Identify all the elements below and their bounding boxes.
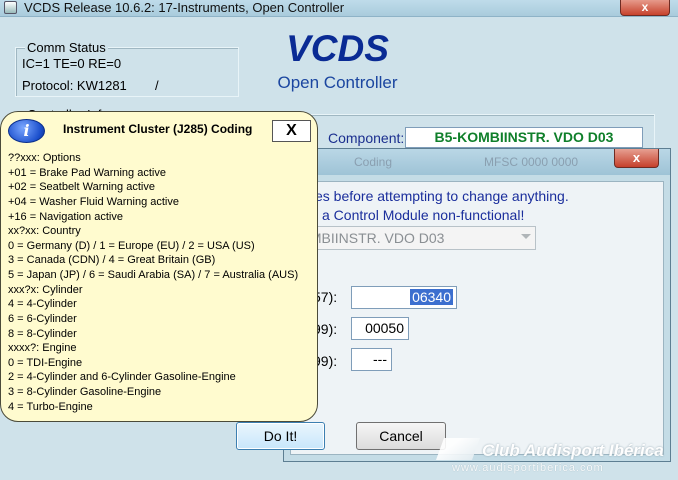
comm-activity-indicator: / — [155, 78, 159, 93]
do-it-button[interactable]: Do It! — [236, 422, 325, 450]
watermark-text: Club Audisport Ibérica — [482, 441, 664, 460]
workshop-code-input[interactable]: 00050 — [351, 317, 409, 340]
coding-help-title: Instrument Cluster (J285) Coding — [63, 122, 253, 136]
importer-code-input[interactable]: --- — [351, 348, 392, 371]
coding-warning-line2: a Control Module non-functional! — [322, 207, 525, 223]
cancel-button[interactable]: Cancel — [356, 422, 446, 450]
help-line: 0 = Germany (D) / 1 = Europe (EU) / 2 = … — [8, 240, 255, 252]
help-line: 0 = TDI-Engine — [8, 357, 83, 369]
help-line: 2 = 4-Cylinder and 6-Cylinder Gasoline-E… — [8, 371, 236, 383]
comm-status-title: Comm Status — [25, 40, 108, 55]
window-title: VCDS Release 10.6.2: 17-Instruments, Ope… — [24, 0, 345, 15]
coding-input-value: 06340 — [410, 289, 453, 305]
help-line: 6 = 6-Cylinder — [8, 313, 77, 325]
coding-dialog-titlebar: Coding MFSC 0000 0000 x — [284, 149, 670, 175]
component-value: B5-KOMBIINSTR. VDO D03 — [405, 127, 643, 148]
close-icon[interactable]: X — [272, 120, 311, 142]
help-line: +01 = Brake Pad Warning active — [8, 167, 166, 179]
window-titlebar: VCDS Release 10.6.2: 17-Instruments, Ope… — [0, 0, 678, 17]
comm-status-protocol: Protocol: KW1281 — [22, 78, 127, 93]
help-line: xxxx?: Engine — [8, 342, 77, 354]
help-line: +02 = Seatbelt Warning active — [8, 181, 155, 193]
vcds-logo: VCDS — [286, 28, 389, 69]
help-line: 4 = Turbo-Engine — [8, 401, 93, 413]
module-select[interactable]: OMBIINSTR. VDO D03 — [294, 226, 536, 250]
help-line: +16 = Navigation active — [8, 211, 123, 223]
coding-dialog-title: Coding — [354, 155, 393, 169]
coding-warning-line1: es before attempting to change anything. — [315, 188, 569, 204]
coding-dialog-close-button[interactable]: x — [614, 149, 659, 168]
help-line: xx?xx: Country — [8, 225, 81, 237]
watermark-url: www.audisportiberica.com — [452, 462, 604, 474]
app-icon — [4, 1, 17, 14]
chevron-down-icon — [521, 234, 531, 239]
open-controller-label: Open Controller — [277, 73, 398, 92]
help-line: 5 = Japan (JP) / 6 = Saudi Arabia (SA) /… — [8, 269, 299, 281]
component-label: Component: — [328, 130, 405, 146]
help-line: +04 = Washer Fluid Warning active — [8, 196, 179, 208]
help-line: 3 = Canada (CDN) / 4 = Great Britain (GB… — [8, 254, 216, 266]
help-line: 8 = 8-Cylinder — [8, 328, 77, 340]
help-line: ??xxx: Options — [8, 152, 81, 164]
help-line: 4 = 4-Cylinder — [8, 298, 77, 310]
coding-dialog-subtitle: MFSC 0000 0000 — [484, 155, 579, 169]
comm-status-counters: IC=1 TE=0 RE=0 — [22, 56, 122, 71]
help-line: xxx?x: Cylinder — [8, 284, 83, 296]
help-line: 3 = 8-Cylinder Gasoline-Engine — [8, 386, 162, 398]
window-close-button[interactable]: x — [620, 0, 670, 16]
info-icon: i — [8, 119, 45, 143]
coding-input[interactable]: 06340 — [351, 286, 457, 309]
